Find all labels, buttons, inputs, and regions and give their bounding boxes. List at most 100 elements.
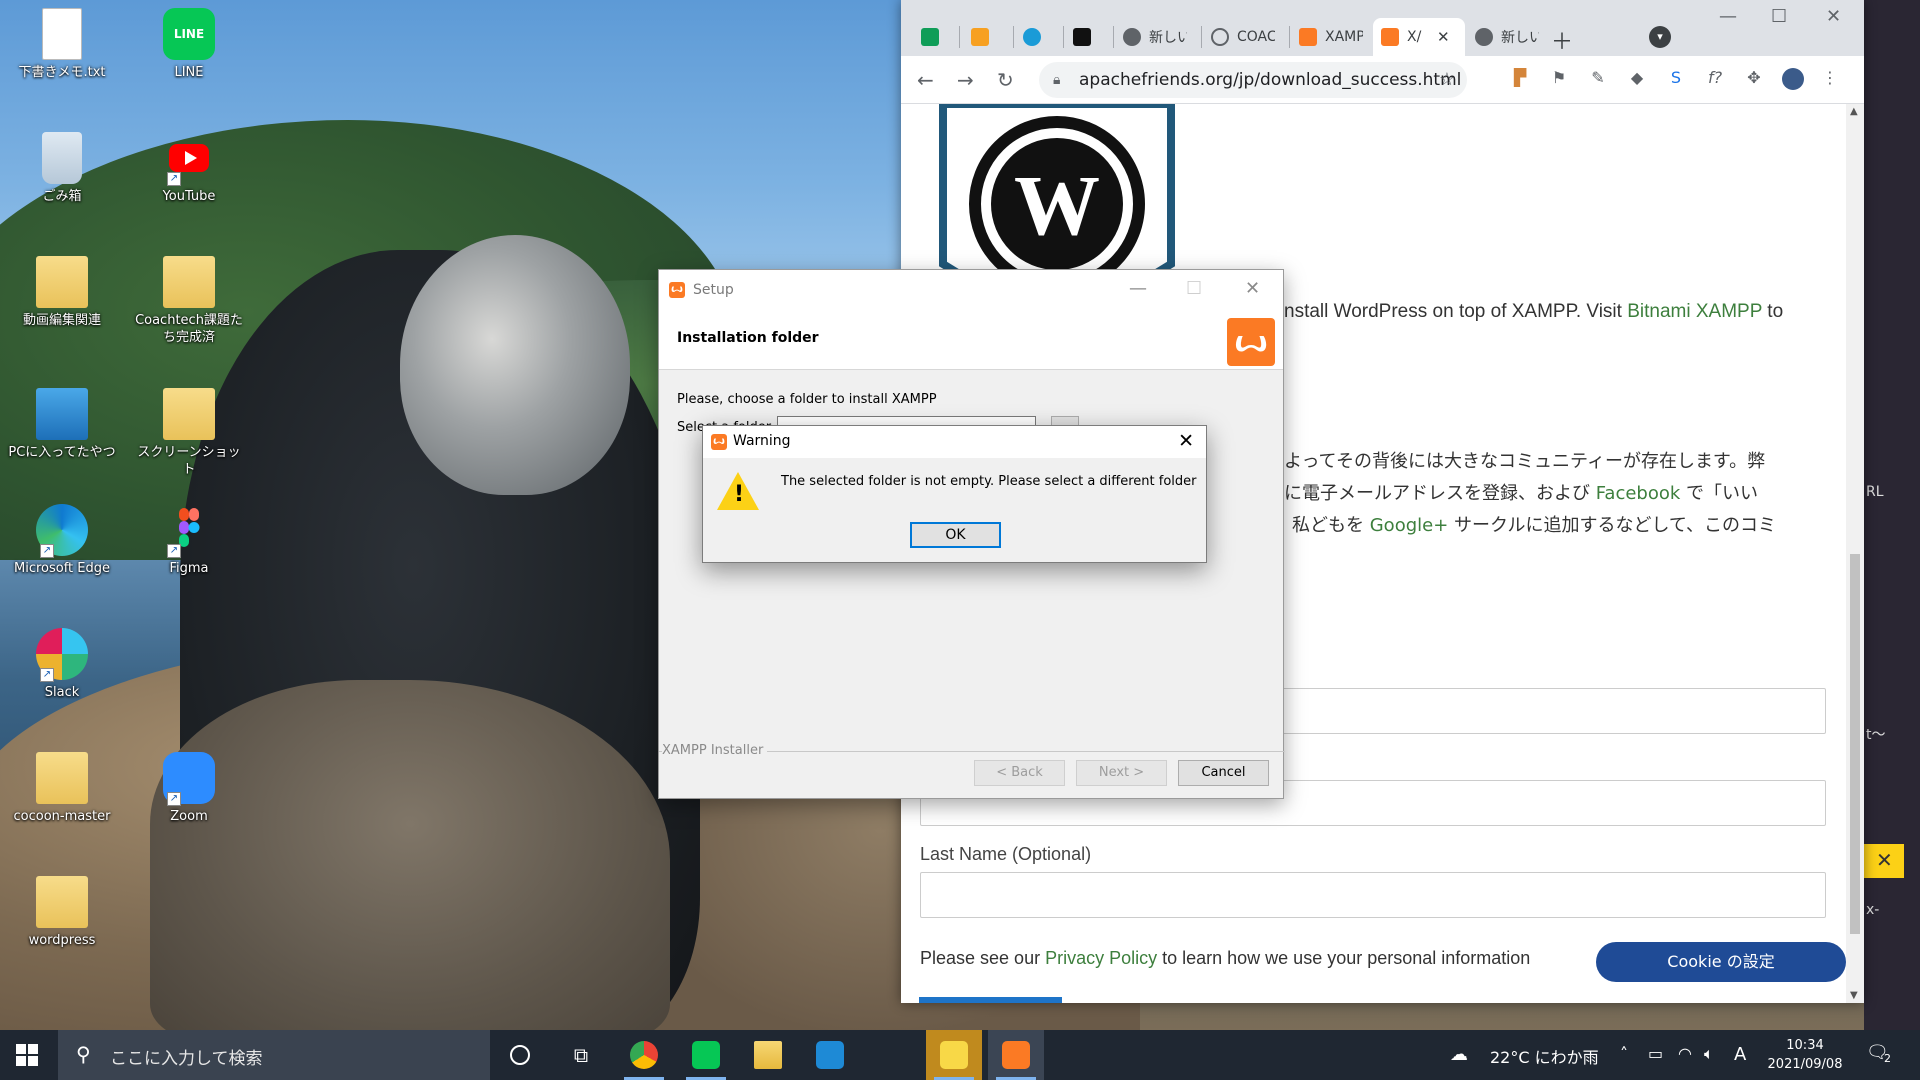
cortana-button[interactable] [492,1030,548,1080]
tab-new-tab[interactable]: 新しい [1115,18,1201,56]
extension-function-icon[interactable]: f? [1704,68,1726,90]
back-button[interactable]: < Back [974,760,1065,786]
desktop-icon-label: 下書きメモ.txt [18,65,106,80]
volume-icon[interactable]: 🔈︎ [1704,1044,1714,1064]
desktop-icon-recycle-bin[interactable]: ごみ箱 [6,132,118,205]
setup-titlebar[interactable]: ꙍ Setup — ☐ ✕ [659,270,1283,310]
minimize-icon[interactable]: — [1719,6,1737,27]
shortcut-arrow-icon: ↗ [40,544,54,558]
taskbar-xampp[interactable] [988,1030,1044,1080]
battery-icon[interactable]: ▭ [1648,1044,1663,1063]
desktop-icon-cocoon[interactable]: cocoon-master [6,752,118,825]
ok-button[interactable]: OK [910,522,1001,548]
setup-title: Setup [693,282,734,298]
bitnami-xampp-link[interactable]: Bitnami XAMPP [1627,301,1762,322]
taskbar-sticky-notes[interactable] [926,1030,982,1080]
task-view-button[interactable]: ⧉ [553,1030,609,1080]
tab-orange-app[interactable] [963,18,1011,56]
tab-xampp[interactable]: XAMP [1291,18,1377,56]
more-menu-icon[interactable]: ⋮ [1819,68,1841,90]
desktop-icon-folder-coachtech[interactable]: Coachtech課題たち完成済 [133,256,245,346]
taskbar-search-input[interactable]: ⚲ ここに入力して検索 [58,1030,490,1080]
desktop-icon-wordpress[interactable]: wordpress [6,876,118,949]
warning-titlebar[interactable]: ꙍ Warning ✕ [703,426,1206,458]
scrollbar-thumb[interactable] [1850,554,1860,934]
folder-icon [754,1041,782,1069]
weather-text[interactable]: 22°C にわか雨 [1490,1044,1599,1068]
address-bar[interactable]: 🔒︎ apachefriends.org/jp/download_success… [1039,62,1467,98]
bookmark-star-icon[interactable]: ☆ [1439,62,1455,98]
side-window-yellow-banner[interactable]: ✕ [1864,844,1904,878]
close-window-icon[interactable]: ✕ [1826,6,1841,27]
cortana-circle-icon [510,1045,530,1065]
weather-cloud-icon[interactable]: ☁ [1450,1044,1468,1065]
tab-label: XAMP [1325,29,1363,45]
bookmark-icon[interactable]: ⚑ [1548,68,1570,90]
privacy-policy-link[interactable]: Privacy Policy [1045,948,1157,968]
desktop-icon-memo[interactable]: 下書きメモ.txt [6,8,118,81]
wifi-icon[interactable]: ◠ [1678,1044,1692,1063]
paragraph-text: で「いい [1680,483,1759,504]
taskbar-chrome[interactable] [616,1030,672,1080]
desktop-icon-line[interactable]: LINE LINE [133,8,245,81]
line-icon [692,1041,720,1069]
tab-blue-app[interactable] [1015,18,1063,56]
avatar[interactable] [1782,68,1804,90]
maximize-icon: ☐ [1186,278,1203,299]
tab-xampp-active[interactable]: X/ ✕ [1373,18,1465,56]
desktop-icon-edge[interactable]: ↗ Microsoft Edge [6,504,118,577]
close-icon[interactable]: ✕ [1245,278,1260,299]
orange-box-icon [971,28,989,46]
desktop-icon-figma[interactable]: ↗ Figma [133,504,245,577]
desktop-icon-youtube[interactable]: ↗ YouTube [133,132,245,205]
ime-indicator[interactable]: A [1734,1044,1746,1065]
page-scrollbar[interactable]: ▲ ▼ [1846,104,1864,1003]
tab-black-app[interactable] [1065,18,1113,56]
submit-button-edge[interactable] [919,997,1062,1003]
eyedropper-icon[interactable]: ✎ [1587,68,1609,90]
cancel-button[interactable]: Cancel [1178,760,1269,786]
tab-new-tab-2[interactable]: 新しい [1467,18,1553,56]
desktop-icon-screenshots[interactable]: スクリーンショット [133,388,245,478]
reload-icon[interactable]: ↻ [997,68,1014,92]
extension-icon[interactable]: ▛ [1509,68,1531,90]
chevron-up-icon[interactable]: ˄ [1620,1044,1628,1063]
back-arrow-icon[interactable]: ← [917,68,934,92]
desktop-icon-pc-files[interactable]: PCに入ってたやつ [6,388,118,461]
facebook-link[interactable]: Facebook [1596,483,1681,504]
paragraph-line: よってその背後には大きなコミュニティーが存在します。弊 [1284,451,1766,472]
extension-s-icon[interactable]: S [1665,68,1687,90]
tab-sheets[interactable] [913,18,961,56]
youtube-icon: ↗ [163,132,215,186]
puzzle-icon[interactable]: ✥ [1743,68,1765,90]
xampp-icon [1381,28,1399,46]
close-icon[interactable]: ✕ [1178,430,1194,452]
next-button[interactable]: Next > [1076,760,1167,786]
tab-search-chevron-icon[interactable]: ▾ [1649,26,1671,48]
tab-close-icon[interactable]: ✕ [1437,28,1450,46]
paragraph-text: to learn how we use your personal inform… [1157,948,1531,968]
start-button[interactable] [16,1044,38,1066]
tab-coachtech[interactable]: COAC [1203,18,1289,56]
installer-label: XAMPP Installer [662,743,768,758]
desktop-icon-zoom[interactable]: ↗ Zoom [133,752,245,825]
side-window-text: RL [1866,484,1884,500]
paragraph-line: 私どもを Google+ サークルに追加するなどして、このコミ [1284,510,1844,542]
scroll-down-icon[interactable]: ▼ [1850,990,1858,1001]
scroll-up-icon[interactable]: ▲ [1850,106,1858,117]
taskbar-line[interactable] [678,1030,734,1080]
shortcut-arrow-icon: ↗ [167,172,181,186]
taskbar-vscode[interactable] [802,1030,858,1080]
desktop-icon-slack[interactable]: ↗ Slack [6,628,118,701]
clock[interactable]: 10:34 2021/09/08 [1760,1036,1850,1074]
google-plus-link[interactable]: Google+ [1370,515,1449,536]
last-name-field[interactable] [920,872,1826,918]
maximize-icon[interactable]: ☐ [1771,6,1787,27]
cookie-settings-button[interactable]: Cookie の設定 [1596,942,1846,982]
desktop-icon-folder-video[interactable]: 動画編集関連 [6,256,118,329]
forward-arrow-icon[interactable]: → [957,68,974,92]
minimize-icon[interactable]: — [1129,278,1147,299]
taskbar-file-explorer[interactable] [740,1030,796,1080]
new-tab-plus-icon[interactable]: ＋ [1551,24,1573,56]
extension-icon[interactable]: ◆ [1626,68,1648,90]
